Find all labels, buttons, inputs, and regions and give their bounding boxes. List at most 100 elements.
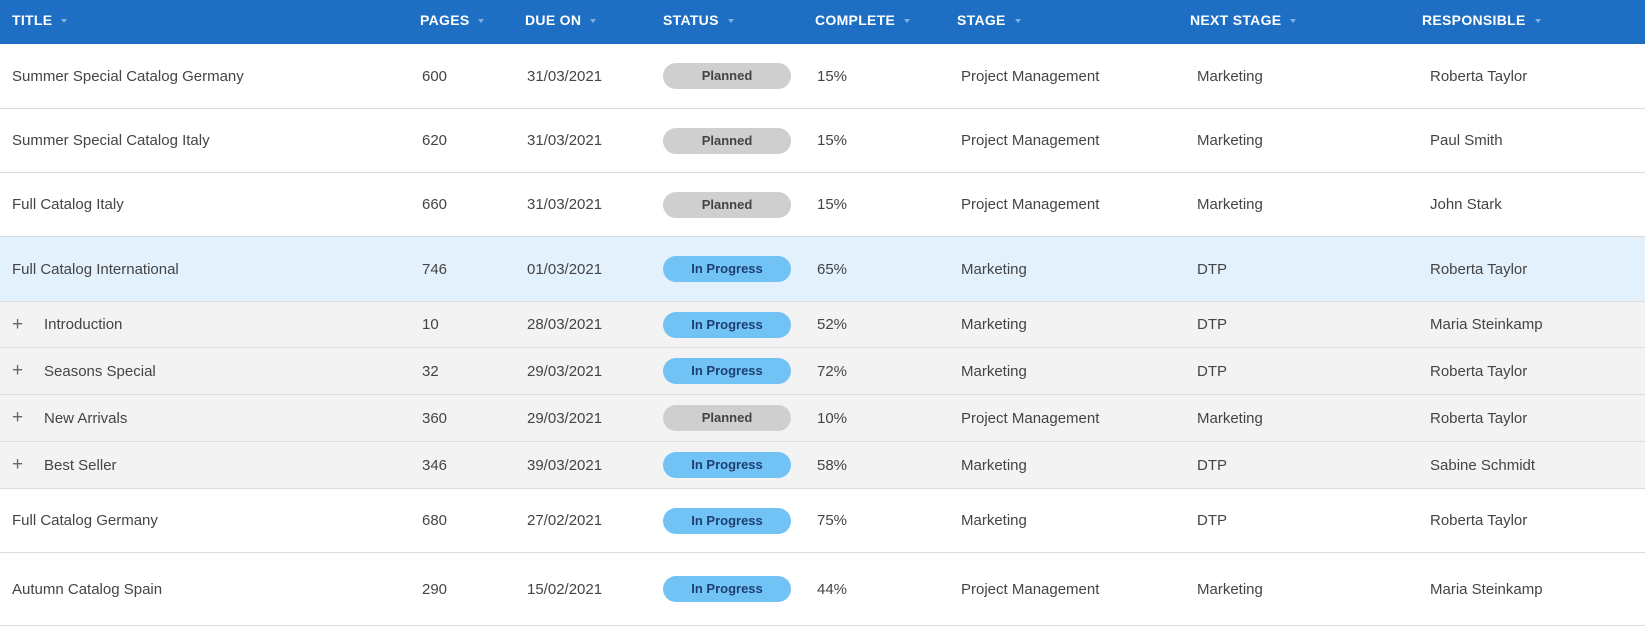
title-text: Introduction: [44, 316, 123, 333]
status-cell: Planned: [663, 395, 791, 441]
expand-plus-icon[interactable]: +: [12, 454, 36, 476]
sort-caret-icon[interactable]: [478, 19, 485, 24]
complete-cell: 44%: [817, 580, 848, 598]
responsible-cell: Maria Steinkamp: [1430, 316, 1543, 333]
column-header-responsible[interactable]: RESPONSIBLE: [1422, 0, 1541, 44]
title-cell: Summer Special Catalog Germany: [12, 67, 244, 85]
column-header-due-on[interactable]: DUE ON: [525, 0, 597, 44]
next-stage-cell: DTP: [1197, 260, 1227, 278]
sort-caret-icon[interactable]: [590, 19, 597, 24]
stage-cell: Marketing: [961, 316, 1027, 333]
next-stage-cell: DTP: [1197, 512, 1227, 529]
complete-cell: 75%: [817, 512, 848, 529]
column-header-label: TITLE: [12, 12, 53, 28]
responsible-cell: Roberta Taylor: [1430, 512, 1528, 529]
status-cell: In Progress: [663, 489, 791, 552]
responsible-cell: Roberta Taylor: [1430, 362, 1528, 380]
complete-cell: 10%: [817, 409, 848, 427]
next-stage-cell: Marketing: [1197, 196, 1263, 213]
pages-cell: 360: [422, 409, 448, 427]
table-row[interactable]: Full Catalog Germany 680 27/02/2021 In Prog…: [0, 489, 1645, 553]
next-stage-cell: Marketing: [1197, 580, 1263, 598]
status-cell: Planned: [663, 173, 791, 236]
next-stage-cell: Marketing: [1197, 409, 1263, 427]
status-cell: In Progress: [663, 442, 791, 488]
column-header-label: DUE ON: [525, 12, 582, 28]
sort-caret-icon[interactable]: [904, 19, 911, 24]
stage-cell: Project Management: [961, 409, 1100, 427]
status-badge: In Progress: [663, 311, 791, 338]
table-row[interactable]: Summer Special Catalog Italy 620 31/03/202…: [0, 109, 1645, 173]
stage-cell: Marketing: [961, 456, 1027, 474]
title-cell: Full Catalog International: [12, 260, 179, 278]
sort-caret-icon[interactable]: [1014, 19, 1021, 24]
due-date-cell: 29/03/2021: [527, 409, 603, 427]
complete-cell: 65%: [817, 260, 848, 278]
title-text: Best Seller: [44, 456, 117, 474]
sort-caret-icon[interactable]: [1534, 19, 1541, 24]
title-text: New Arrivals: [44, 409, 128, 427]
next-stage-cell: DTP: [1197, 456, 1227, 474]
column-header-label: RESPONSIBLE: [1422, 12, 1526, 28]
title-cell: + Introduction: [12, 302, 122, 347]
next-stage-cell: DTP: [1197, 362, 1227, 380]
status-cell: In Progress: [663, 553, 791, 625]
expand-plus-icon[interactable]: +: [12, 360, 36, 382]
child-row[interactable]: + Best Seller 346 39/03/2021 In Progress 58% M…: [0, 442, 1645, 489]
column-header-label: STAGE: [957, 12, 1006, 28]
sort-caret-icon[interactable]: [1290, 19, 1297, 24]
pages-cell: 10: [422, 316, 439, 333]
pages-cell: 680: [422, 512, 448, 529]
child-row[interactable]: + New Arrivals 360 29/03/2021 Planned 10% Proj…: [0, 395, 1645, 442]
status-badge: Planned: [663, 405, 791, 431]
table-row[interactable]: Summer Special Catalog Germany 600 31/03/2…: [0, 44, 1645, 109]
table-row[interactable]: Full Catalog Italy 660 31/03/2021 Planned 15…: [0, 173, 1645, 237]
pages-cell: 290: [422, 580, 448, 598]
complete-cell: 15%: [817, 67, 848, 85]
status-badge: In Progress: [663, 256, 791, 282]
pages-cell: 620: [422, 132, 448, 149]
catalog-grid: TITLE PAGES DUE ON STATUS COMPLETE STAGE…: [0, 0, 1645, 626]
column-header-stage[interactable]: STAGE: [957, 0, 1021, 44]
pages-cell: 32: [422, 362, 439, 380]
status-badge: In Progress: [663, 507, 791, 534]
stage-cell: Project Management: [961, 132, 1100, 149]
next-stage-cell: Marketing: [1197, 67, 1263, 85]
due-date-cell: 01/03/2021: [527, 260, 603, 278]
sort-caret-icon[interactable]: [61, 19, 68, 24]
title-cell: Autumn Catalog Spain: [12, 580, 163, 598]
stage-cell: Project Management: [961, 580, 1100, 598]
column-header-label: COMPLETE: [815, 12, 896, 28]
child-row[interactable]: + Introduction 10 28/03/2021 In Progress 52% M…: [0, 302, 1645, 348]
child-row[interactable]: + Seasons Special 32 29/03/2021 In Progress 7…: [0, 348, 1645, 395]
stage-cell: Marketing: [961, 260, 1027, 278]
table-row[interactable]: Full Catalog International 746 01/03/2021 I…: [0, 237, 1645, 302]
due-date-cell: 29/03/2021: [527, 362, 603, 380]
column-header-title[interactable]: TITLE: [12, 0, 68, 44]
expand-plus-icon[interactable]: +: [12, 407, 36, 429]
status-cell: In Progress: [663, 237, 791, 301]
column-header-pages[interactable]: PAGES: [420, 0, 485, 44]
status-badge: Planned: [663, 63, 791, 89]
due-date-cell: 31/03/2021: [527, 132, 603, 149]
responsible-cell: John Stark: [1430, 196, 1502, 213]
grid-header: TITLE PAGES DUE ON STATUS COMPLETE STAGE…: [0, 0, 1645, 44]
status-cell: Planned: [663, 44, 791, 108]
pages-cell: 346: [422, 456, 448, 474]
responsible-cell: Roberta Taylor: [1430, 67, 1528, 85]
title-cell: + Seasons Special: [12, 348, 156, 394]
due-date-cell: 31/03/2021: [527, 67, 603, 85]
responsible-cell: Sabine Schmidt: [1430, 456, 1536, 474]
column-header-next-stage[interactable]: NEXT STAGE: [1190, 0, 1297, 44]
stage-cell: Marketing: [961, 362, 1027, 380]
expand-plus-icon[interactable]: +: [12, 314, 36, 336]
title-cell: + New Arrivals: [12, 395, 127, 441]
title-cell: Full Catalog Italy: [12, 196, 124, 213]
sort-caret-icon[interactable]: [727, 19, 734, 24]
due-date-cell: 27/02/2021: [527, 512, 603, 529]
pages-cell: 600: [422, 67, 448, 85]
table-row[interactable]: Autumn Catalog Spain 290 15/02/2021 In Prog…: [0, 553, 1645, 626]
title-text: Seasons Special: [44, 362, 156, 380]
column-header-status[interactable]: STATUS: [663, 0, 734, 44]
column-header-complete[interactable]: COMPLETE: [815, 0, 911, 44]
